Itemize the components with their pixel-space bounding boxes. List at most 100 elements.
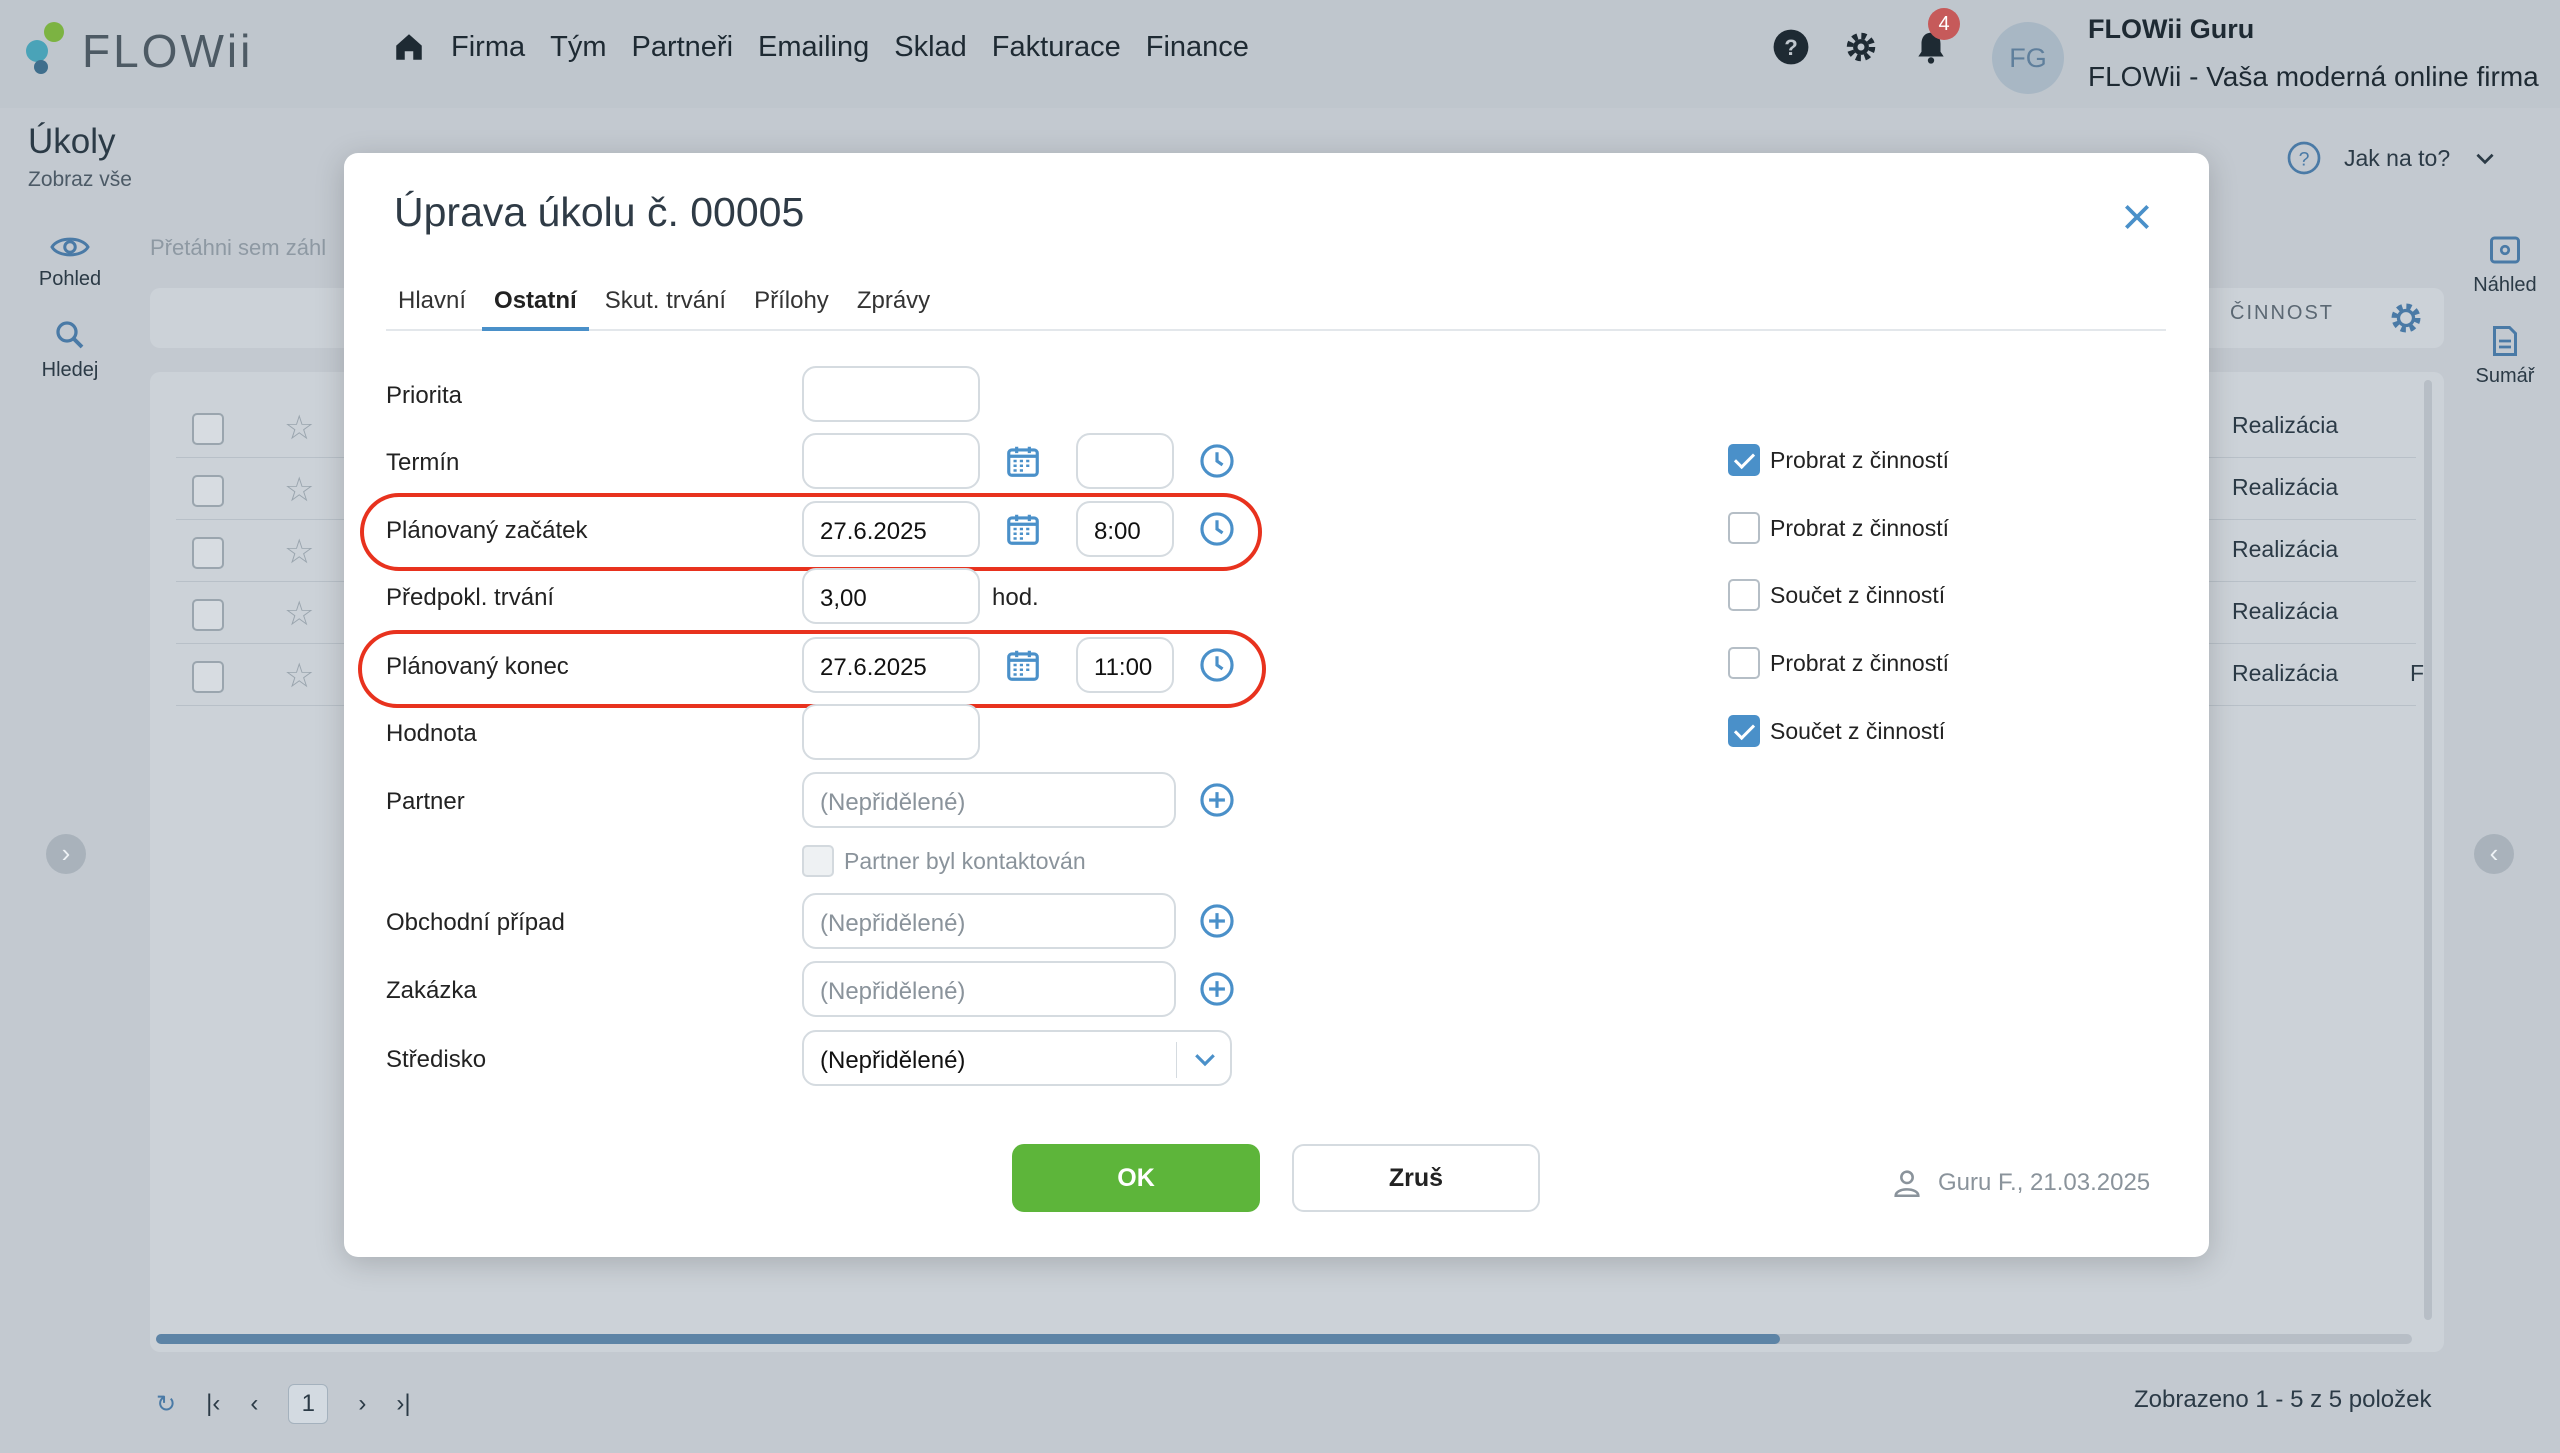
checkbox-box[interactable]: [1728, 715, 1760, 747]
add-circle-icon[interactable]: [1198, 781, 1236, 819]
partner-contacted-checkbox[interactable]: Partner byl kontaktován: [802, 845, 1086, 877]
select-separator: [1176, 1042, 1177, 1078]
checkbox-box[interactable]: [1728, 512, 1760, 544]
nav-item-firma[interactable]: Firma: [451, 31, 525, 64]
nav-item-fakturace[interactable]: Fakturace: [992, 31, 1121, 64]
help-label: Jak na to?: [2344, 144, 2451, 171]
star-icon[interactable]: ☆: [284, 656, 314, 696]
ok-button[interactable]: OK: [1012, 1144, 1260, 1212]
tab-zpravy[interactable]: Zprávy: [845, 281, 942, 331]
priorita-input[interactable]: [802, 366, 980, 422]
checkbox-value-sum[interactable]: Součet z činností: [1728, 715, 1945, 747]
current-page[interactable]: 1: [288, 1384, 329, 1424]
nav-item-tym[interactable]: Tým: [550, 31, 606, 64]
hodnota-input[interactable]: [802, 704, 980, 760]
refresh-icon[interactable]: ↻: [156, 1390, 176, 1419]
rail-item-hledej[interactable]: Hledej: [0, 317, 140, 382]
planned-end-date-input[interactable]: 27.6.2025: [802, 637, 980, 693]
first-page-icon[interactable]: |‹: [206, 1390, 220, 1418]
planned-end-time-input[interactable]: 11:00: [1076, 637, 1174, 693]
add-circle-icon[interactable]: [1198, 902, 1236, 940]
calendar-icon[interactable]: [1004, 510, 1042, 548]
add-circle-icon[interactable]: [1198, 970, 1236, 1008]
row-cinnost: Realizácia: [2232, 474, 2339, 500]
chevron-down-icon[interactable]: [1190, 1044, 1220, 1074]
nav-item-finance[interactable]: Finance: [1146, 31, 1249, 64]
column-settings-gear-icon[interactable]: [2386, 298, 2426, 338]
nav-item-emailing[interactable]: Emailing: [758, 31, 869, 64]
summary-icon: [2493, 326, 2517, 356]
checkbox-duration-sum[interactable]: Součet z činností: [1728, 579, 1945, 611]
rail-item-nahled[interactable]: Náhled: [2450, 232, 2560, 297]
checkbox-box[interactable]: [1728, 444, 1760, 476]
zakazka-input[interactable]: (Nepřidělené): [802, 961, 1176, 1017]
calendar-icon[interactable]: [1004, 646, 1042, 684]
calendar-icon[interactable]: [1004, 442, 1042, 480]
last-page-icon[interactable]: ›|: [396, 1390, 410, 1418]
view-filter-link[interactable]: Zobraz vše: [28, 168, 132, 192]
tab-skut-trvani[interactable]: Skut. trvání: [593, 281, 738, 331]
planned-start-time-input[interactable]: 8:00: [1076, 501, 1174, 557]
avatar[interactable]: FG: [1992, 22, 2064, 94]
hodnota-label: Hodnota: [386, 720, 477, 747]
partner-input[interactable]: (Nepřidělené): [802, 772, 1176, 828]
deal-input[interactable]: (Nepřidělené): [802, 893, 1176, 949]
gear-icon[interactable]: [1842, 28, 1880, 66]
tab-prilohy[interactable]: Přílohy: [742, 281, 841, 331]
duration-unit: hod.: [992, 584, 1039, 611]
checkbox-start-from-activities[interactable]: Probrat z činností: [1728, 512, 1949, 544]
row-checkbox[interactable]: [192, 661, 224, 693]
clock-icon[interactable]: [1198, 442, 1236, 480]
row-checkbox[interactable]: [192, 413, 224, 445]
home-icon[interactable]: [392, 30, 426, 64]
nav-item-partneri[interactable]: Partneři: [631, 31, 733, 64]
row-checkbox[interactable]: [192, 599, 224, 631]
vertical-scrollbar[interactable]: [2424, 380, 2432, 1320]
horizontal-scrollbar-thumb[interactable]: [156, 1334, 1780, 1344]
checkbox-termin-from-activities[interactable]: Probrat z činností: [1728, 444, 1949, 476]
cancel-button[interactable]: Zruš: [1292, 1144, 1540, 1212]
rail-item-sumar[interactable]: Sumář: [2450, 323, 2560, 388]
checkbox-box[interactable]: [1728, 647, 1760, 679]
help-dropdown[interactable]: ? Jak na to?: [2286, 140, 2498, 176]
termin-time-input[interactable]: [1076, 433, 1174, 489]
next-page-icon[interactable]: ›: [358, 1390, 366, 1418]
stredisko-select[interactable]: (Nepřidělené): [802, 1030, 1232, 1086]
star-icon[interactable]: ☆: [284, 594, 314, 634]
clock-icon[interactable]: [1198, 510, 1236, 548]
tab-ostatni[interactable]: Ostatní: [482, 281, 589, 331]
right-scroll-arrow-icon[interactable]: ‹: [2474, 834, 2514, 874]
star-icon[interactable]: ☆: [284, 470, 314, 510]
rail-item-pohled[interactable]: Pohled: [0, 232, 140, 291]
author-text: Guru F., 21.03.2025: [1938, 1169, 2151, 1196]
flowii-logo[interactable]: FLOWii: [26, 22, 253, 80]
top-icons: ?: [1772, 28, 1950, 66]
horizontal-scrollbar[interactable]: [156, 1334, 2412, 1344]
svg-text:?: ?: [1784, 35, 1798, 60]
partner-contacted-box[interactable]: [802, 845, 834, 877]
prev-page-icon[interactable]: ‹: [250, 1390, 258, 1418]
termin-date-input[interactable]: [802, 433, 980, 489]
duration-input[interactable]: 3,00: [802, 568, 980, 624]
star-icon[interactable]: ☆: [284, 532, 314, 572]
row-extra: F: [2410, 660, 2425, 686]
column-header-cinnost[interactable]: ČINNOST: [2230, 302, 2334, 325]
user-info[interactable]: FLOWii Guru FLOWii - Vaša moderná online…: [2088, 14, 2539, 93]
close-icon[interactable]: [2121, 201, 2153, 233]
row-checkbox[interactable]: [192, 537, 224, 569]
company-name: FLOWii - Vaša moderná online firma: [2088, 61, 2539, 92]
checkbox-end-from-activities[interactable]: Probrat z činností: [1728, 647, 1949, 679]
checkbox-box[interactable]: [1728, 579, 1760, 611]
right-rail: Náhled Sumář: [2450, 232, 2560, 414]
planned-start-date-input[interactable]: 27.6.2025: [802, 501, 980, 557]
nav-item-sklad[interactable]: Sklad: [894, 31, 967, 64]
help-icon[interactable]: ?: [1772, 28, 1810, 66]
left-scroll-arrow-icon[interactable]: ›: [46, 834, 86, 874]
clock-icon[interactable]: [1198, 646, 1236, 684]
user-name: FLOWii Guru: [2088, 14, 2255, 44]
star-icon[interactable]: ☆: [284, 408, 314, 448]
pager: ↻ |‹ ‹ 1 › ›|: [156, 1384, 411, 1424]
tab-hlavni[interactable]: Hlavní: [386, 281, 478, 331]
row-checkbox[interactable]: [192, 475, 224, 507]
logo-text: FLOWii: [82, 25, 254, 77]
